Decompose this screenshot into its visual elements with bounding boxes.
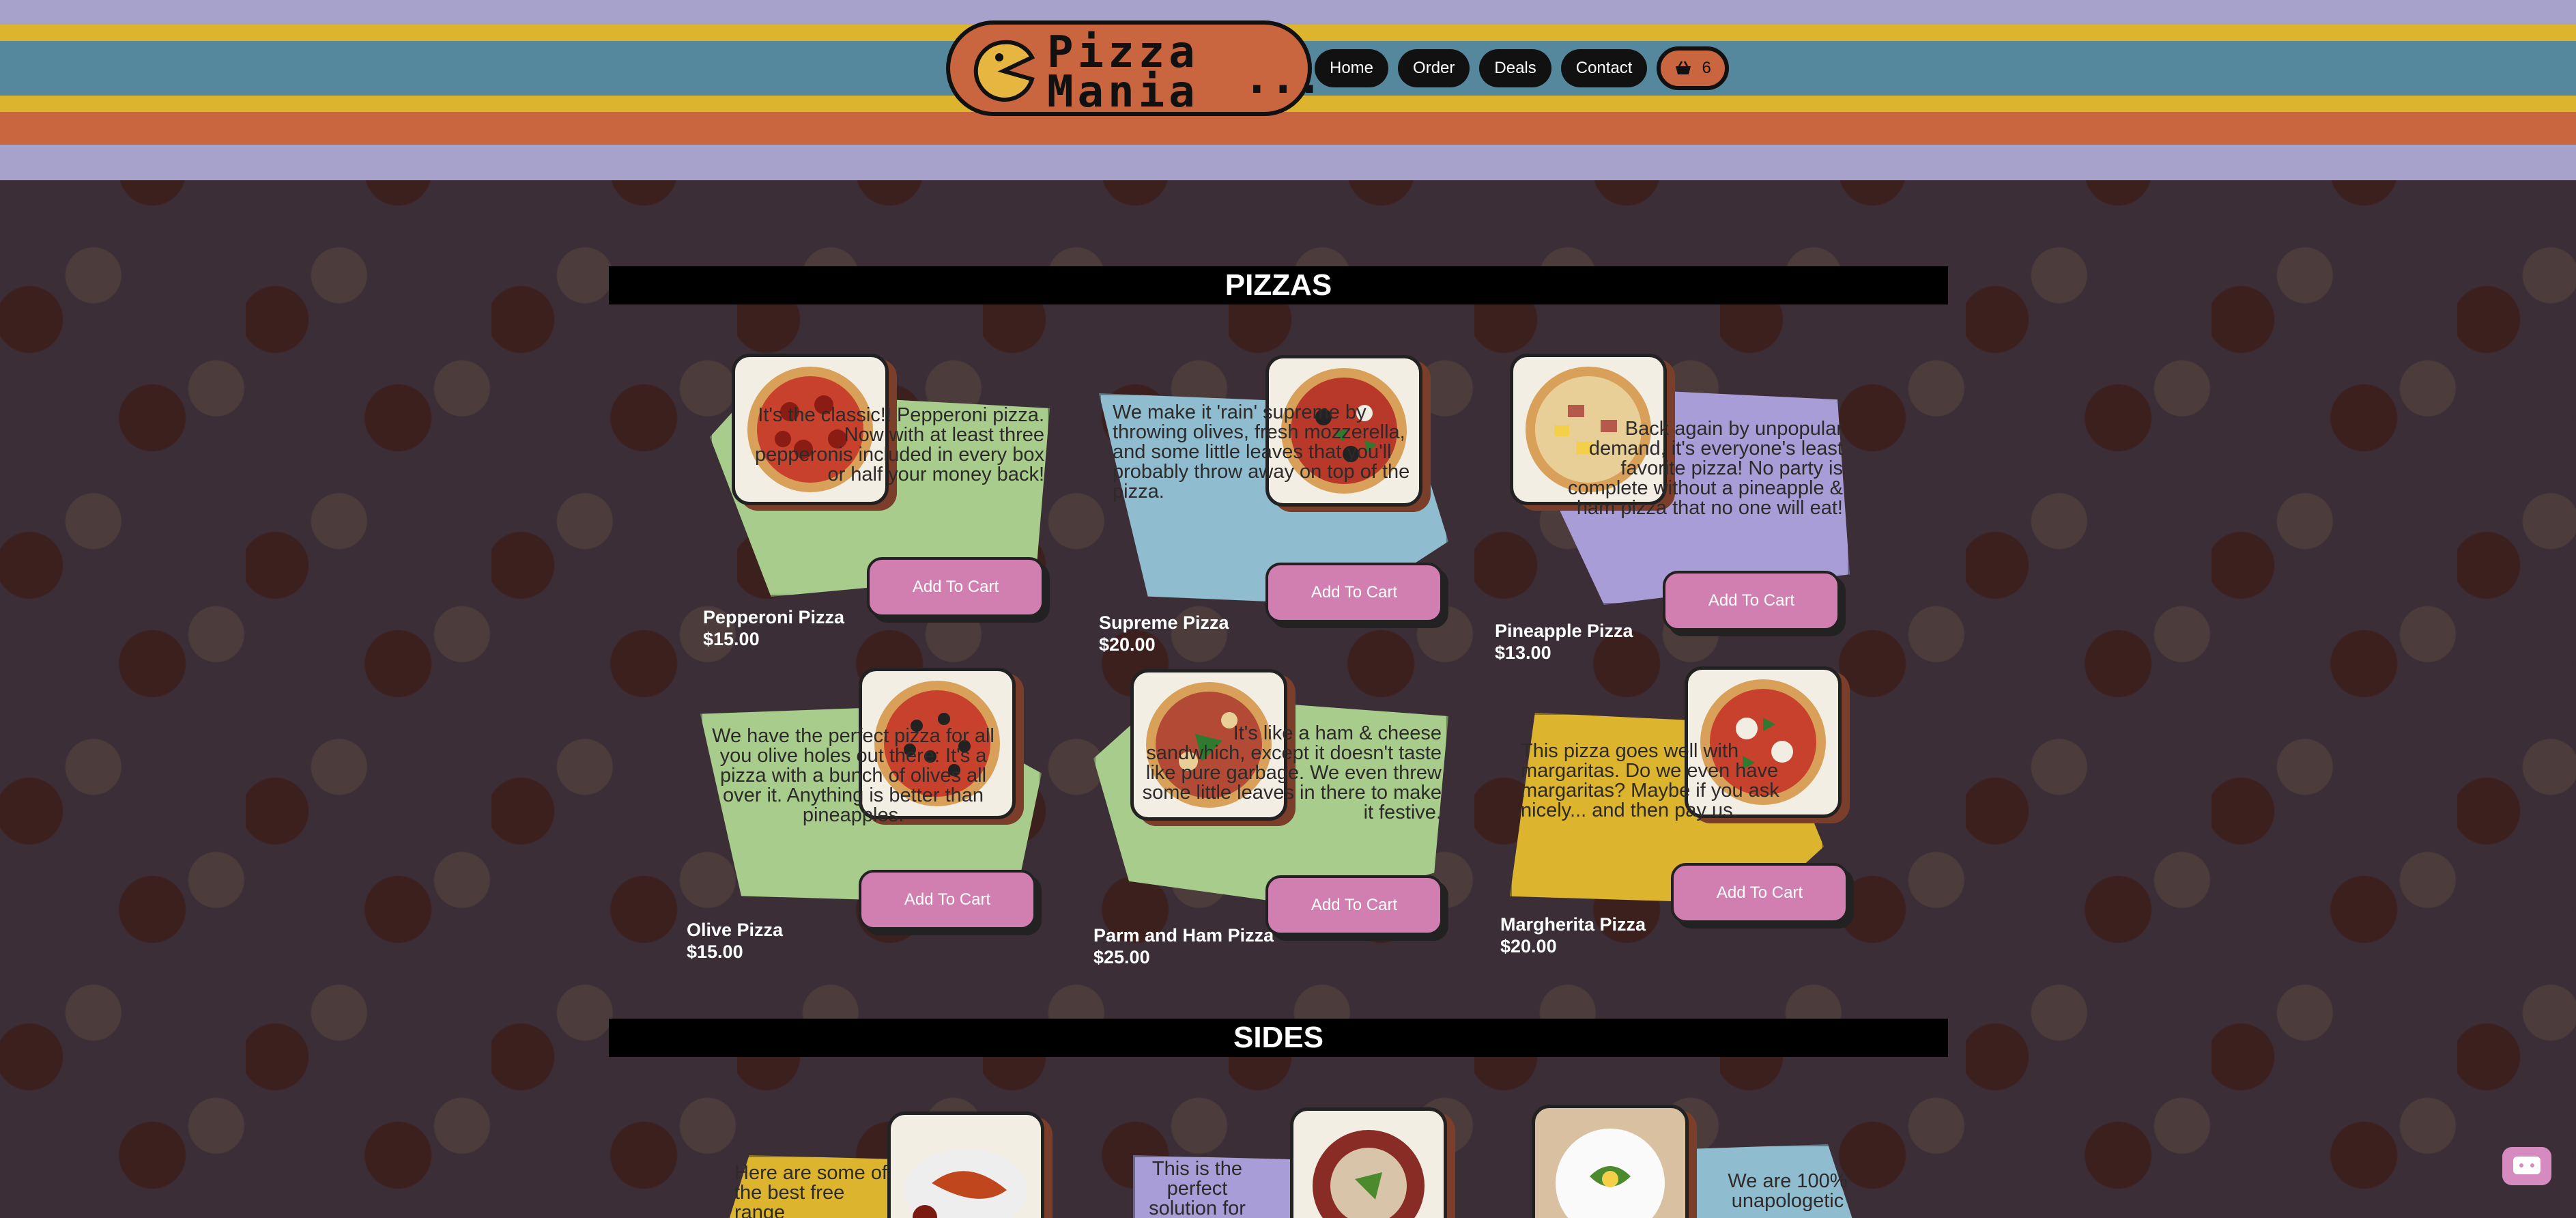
nav-contact[interactable]: Contact — [1560, 49, 1648, 87]
product-name-price: Parm and Ham Pizza $25.00 — [1093, 925, 1274, 967]
product-description: We make it 'rain' supreme by throwing ol… — [1113, 401, 1410, 502]
nav-deals[interactable]: Deals — [1479, 49, 1551, 87]
product-description: This is the perfect solution for — [1149, 1158, 1246, 1218]
product-name-price: Supreme Pizza $20.00 — [1099, 612, 1229, 655]
product-name-price: Margherita Pizza $20.00 — [1500, 914, 1646, 957]
logo[interactable]: Pizza Mania ... — [946, 20, 1323, 117]
cart-button[interactable]: 6 — [1657, 46, 1729, 90]
product-card-pineapple: Back again by unpopular demand, it's eve… — [1495, 348, 1850, 663]
pacman-pizza-icon — [973, 40, 1035, 102]
product-description: It's the classic!! Pepperoni pizza. Now … — [755, 404, 1044, 485]
side-card-1: Here are some of the best free range — [717, 1103, 1072, 1218]
basket-icon — [1676, 61, 1691, 74]
logo-text: Pizza Mania — [1047, 27, 1199, 117]
site-header: Pizza Mania ... Home Order Deals Contact… — [0, 0, 2576, 180]
product-description: We have the perfect pizza for all you ol… — [712, 725, 994, 826]
product-description: We are 100% unapologetic — [1728, 1170, 1848, 1212]
add-to-cart-button[interactable]: Add To Cart — [1265, 563, 1443, 623]
product-image — [887, 1111, 1044, 1218]
product-card-parm-ham: It's like a ham & cheese sandwhich, exce… — [1093, 661, 1448, 967]
nav-home[interactable]: Home — [1315, 49, 1389, 87]
add-to-cart-button[interactable]: Add To Cart — [1663, 571, 1840, 631]
add-to-cart-button[interactable]: Add To Cart — [859, 870, 1036, 930]
logo-dots: ... — [1244, 53, 1323, 104]
add-to-cart-button[interactable]: Add To Cart — [1671, 863, 1848, 923]
product-name-price: Pineapple Pizza $13.00 — [1495, 621, 1633, 663]
side-card-2: This is the perfect solution for — [1119, 1103, 1474, 1218]
product-name-price: Olive Pizza $15.00 — [687, 920, 784, 962]
product-image — [1532, 1105, 1689, 1218]
nav-order[interactable]: Order — [1398, 49, 1470, 87]
product-card-margherita: This pizza goes well with margaritas. Do… — [1500, 661, 1855, 957]
side-card-3: We are 100% unapologetic — [1532, 1103, 1887, 1218]
add-to-cart-button[interactable]: Add To Cart — [1265, 875, 1443, 935]
product-card-pepperoni: It's the classic!! Pepperoni pizza. Now … — [703, 348, 1058, 649]
product-description: It's like a ham & cheese sandwhich, exce… — [1142, 722, 1442, 823]
product-card-supreme: We make it 'rain' supreme by throwing ol… — [1099, 348, 1454, 655]
main-nav: Home Order Deals Contact 6 — [1315, 46, 1729, 90]
chat-bubble-icon[interactable] — [2502, 1147, 2551, 1185]
section-title-pizzas: PIZZAS — [609, 266, 1948, 304]
product-description: Back again by unpopular demand, it's eve… — [1567, 418, 1843, 519]
cart-count: 6 — [1702, 59, 1711, 77]
product-card-olive: We have the perfect pizza for all you ol… — [687, 661, 1042, 962]
add-to-cart-button[interactable]: Add To Cart — [867, 557, 1044, 617]
product-name-price: Pepperoni Pizza $15.00 — [703, 607, 845, 649]
section-title-sides: SIDES — [609, 1019, 1948, 1057]
product-description: Here are some of the best free range — [734, 1162, 888, 1218]
product-description: This pizza goes well with margaritas. Do… — [1521, 740, 1779, 821]
product-image — [1290, 1107, 1447, 1218]
